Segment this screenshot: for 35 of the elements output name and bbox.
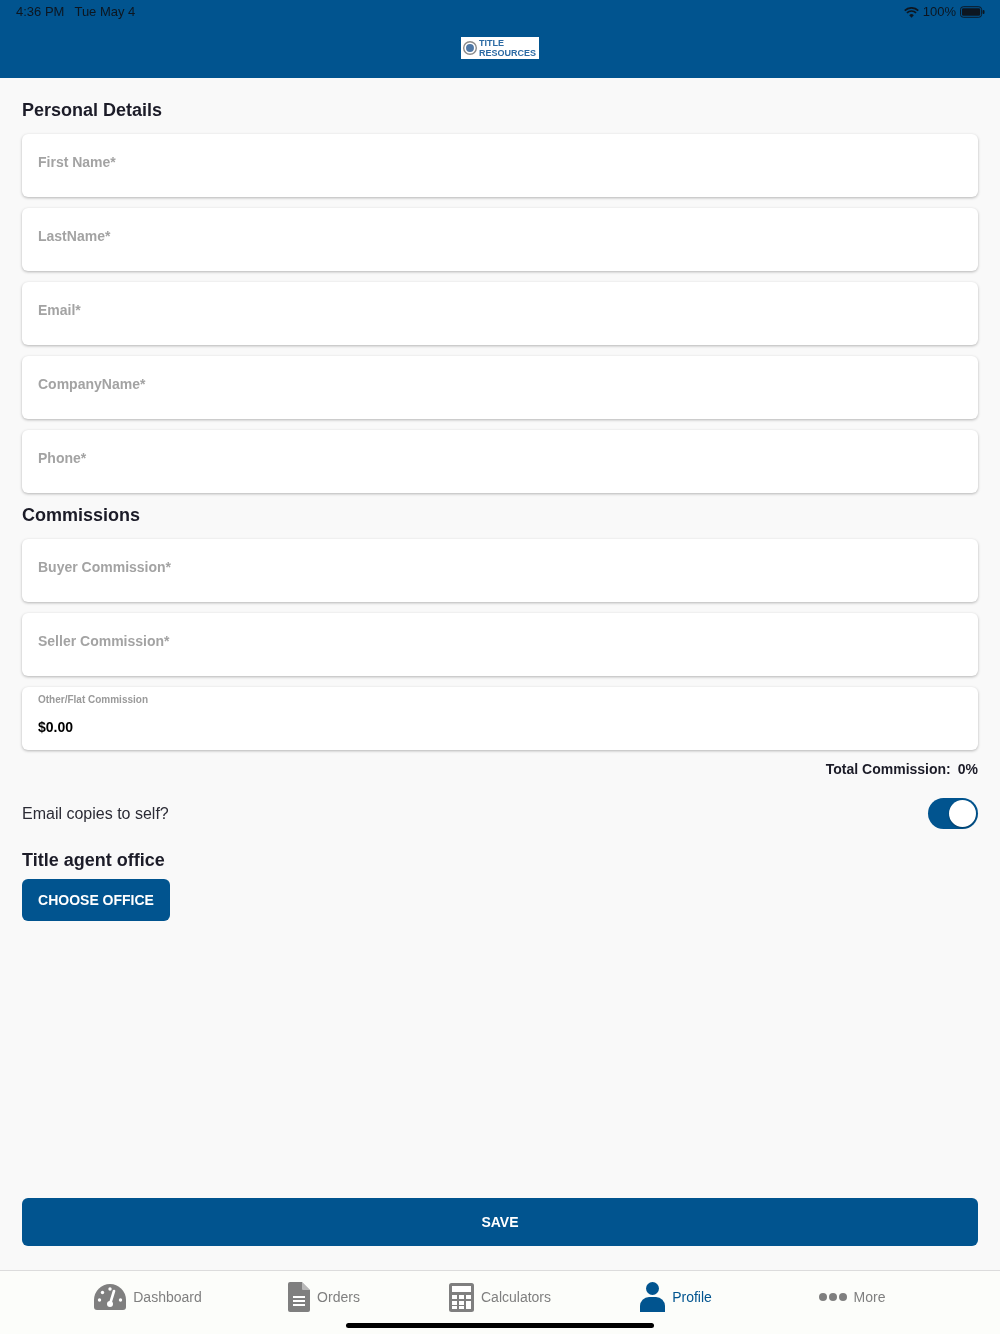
input-field[interactable]: Other/Flat Commission $0.00: [22, 687, 978, 750]
save-button[interactable]: SAVE: [22, 1198, 978, 1246]
wifi-icon: [903, 6, 919, 18]
input-field[interactable]: LastName*: [22, 208, 978, 271]
emblem-icon: [463, 41, 477, 55]
total-commission-value: 0%: [957, 760, 978, 779]
document-icon: [288, 1282, 311, 1312]
tab-button[interactable]: Profile: [588, 1271, 764, 1323]
input-field[interactable]: Buyer Commission*: [22, 539, 978, 602]
status-date: Tue May 4: [74, 3, 136, 22]
input-field[interactable]: First Name*: [22, 134, 978, 197]
battery-icon: [960, 6, 985, 18]
tab-button[interactable]: More: [764, 1271, 940, 1323]
choose-office-button[interactable]: CHOOSE OFFICE: [22, 879, 170, 921]
person-icon: [640, 1282, 666, 1312]
section-title: Personal Details: [22, 99, 164, 122]
input-field[interactable]: Email*: [22, 282, 978, 345]
status-time: 4:36 PM: [16, 3, 65, 22]
logo-text: RESOURCES: [479, 48, 536, 58]
calculator-icon: [449, 1282, 474, 1312]
tab-button[interactable]: Calculators: [412, 1271, 588, 1323]
gauge-icon: [94, 1284, 127, 1310]
toggle-switch[interactable]: [928, 798, 978, 829]
section-title: Title agent office: [22, 849, 166, 872]
input-field[interactable]: Phone*: [22, 430, 978, 493]
email-copies-label: Email copies to self?: [22, 803, 169, 824]
input-field[interactable]: Seller Commission*: [22, 613, 978, 676]
battery-percent: 100%: [922, 3, 956, 22]
logo-text: TITLE: [479, 38, 505, 48]
tab-button[interactable]: Dashboard: [60, 1271, 236, 1323]
tab-button[interactable]: Orders: [236, 1271, 412, 1323]
input-field[interactable]: CompanyName*: [22, 356, 978, 419]
section-title: Commissions: [22, 504, 142, 527]
total-commission-label: Total Commission:: [825, 760, 951, 779]
more-icon: [818, 1293, 847, 1301]
